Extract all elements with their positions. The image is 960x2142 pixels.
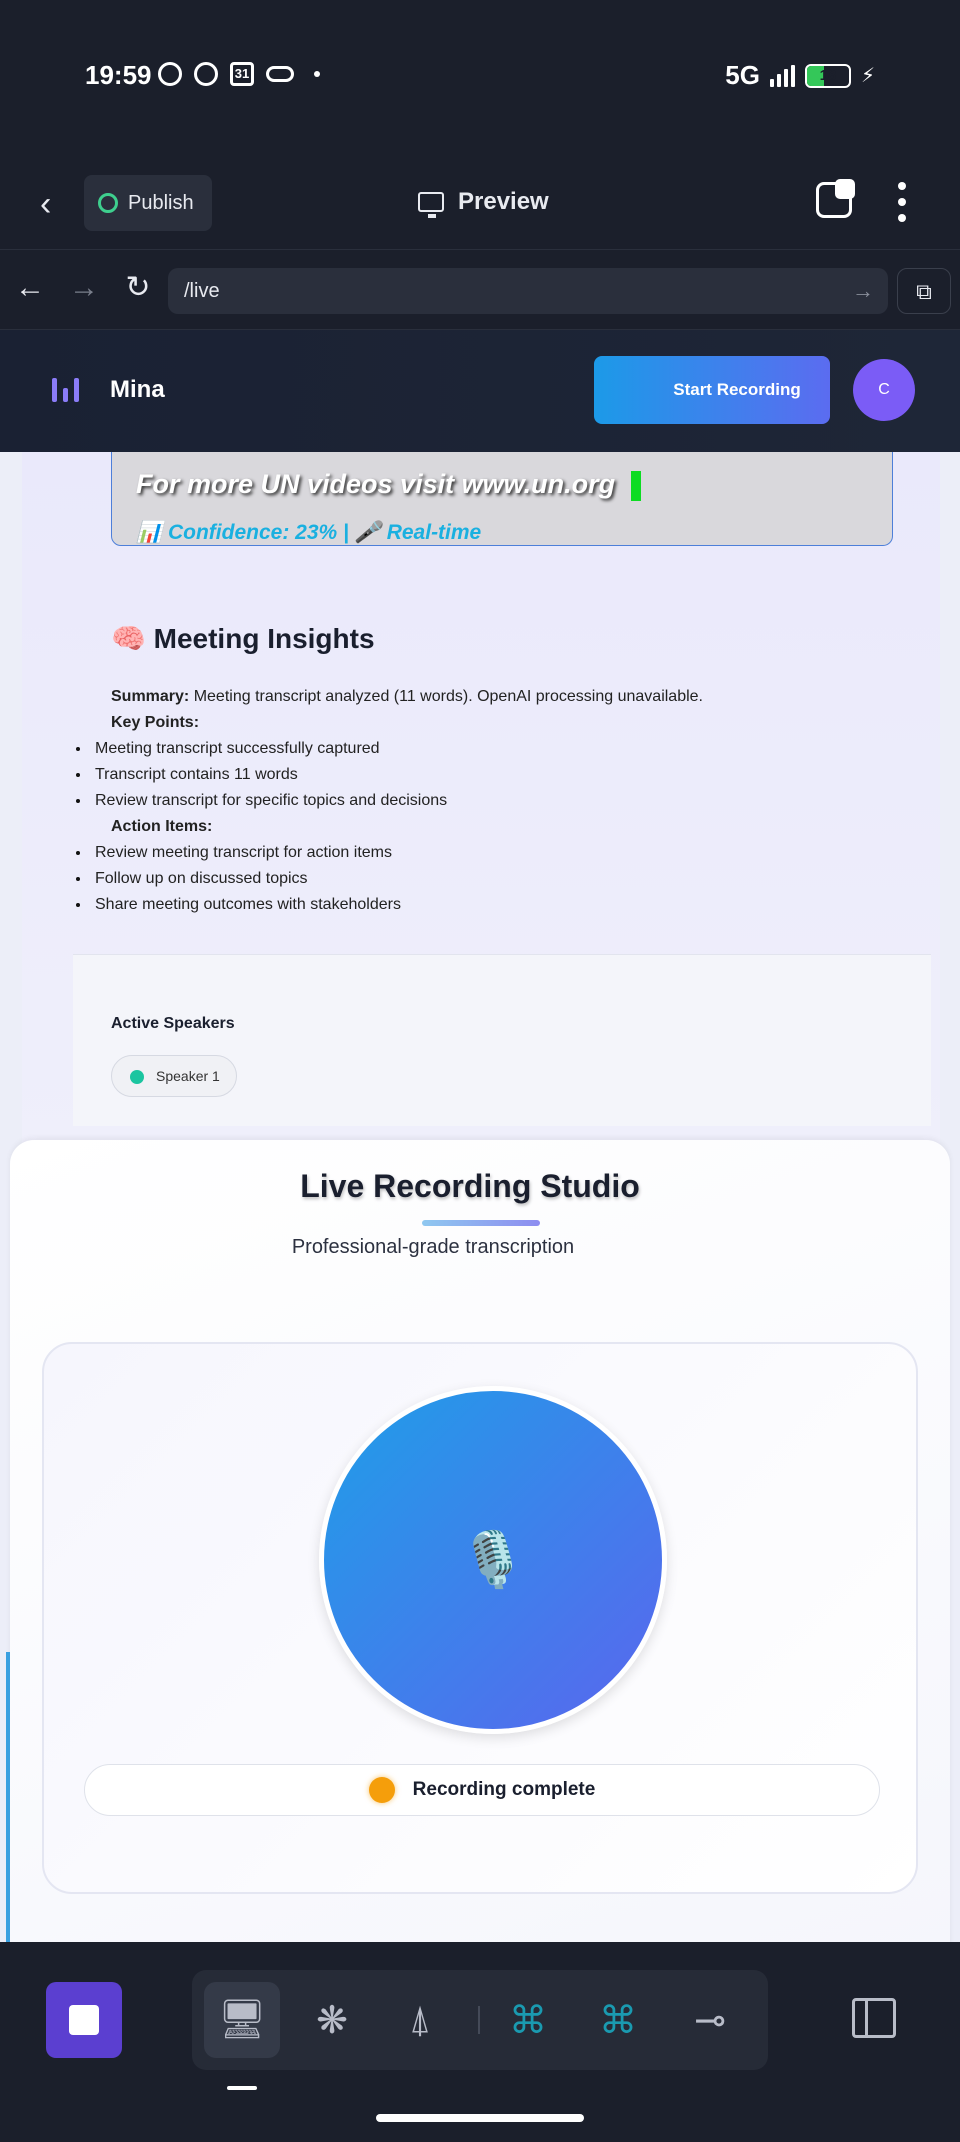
live-caption-box: For more UN videos visit www.un.org 📊 Co…	[111, 452, 893, 546]
divider	[478, 2006, 480, 2034]
speaker-name: Speaker 1	[156, 1068, 220, 1084]
avatar[interactable]: C	[853, 359, 915, 421]
url-bar: ← → ↻ /live → ⧉	[0, 250, 960, 330]
list-item: Follow up on discussed topics	[91, 866, 703, 892]
insights-content: Summary: Meeting transcript analyzed (11…	[95, 684, 703, 918]
charging-icon: ⚡	[860, 65, 875, 87]
record-button[interactable]: 🎙️	[319, 1386, 667, 1734]
scroll-accent	[6, 1652, 10, 1942]
logo-icon	[52, 378, 79, 402]
summary-text: Meeting transcript analyzed (11 words). …	[189, 688, 703, 705]
status-dot-icon	[368, 1777, 395, 1803]
status-time: 19:59	[85, 60, 152, 90]
url-input[interactable]: /live →	[168, 268, 888, 314]
list-item: Review meeting transcript for action ite…	[91, 840, 703, 866]
monitor-icon	[418, 192, 444, 218]
python-icon[interactable]: ⌘	[490, 1982, 566, 2058]
url-text: /live	[184, 280, 220, 302]
more-menu-icon[interactable]	[896, 182, 908, 222]
network-label: 5G	[725, 60, 760, 90]
page-content: For more UN videos visit www.un.org 📊 Co…	[0, 452, 960, 1942]
summary-label: Summary:	[111, 688, 190, 705]
action-items-list: Review meeting transcript for action ite…	[95, 840, 703, 918]
bottom-dock: 🖥 ❋ ⍋ ⌘ ⌘ ⊸	[0, 1942, 960, 2142]
open-external-icon[interactable]: ⧉	[897, 268, 951, 314]
caption-text: For more UN videos visit www.un.org	[136, 469, 616, 499]
preview-label: Preview	[458, 188, 549, 215]
antenna-icon[interactable]: ⍋	[382, 1982, 458, 2058]
stop-icon	[69, 2005, 99, 2035]
python-icon[interactable]: ⌘	[580, 1982, 656, 2058]
speakers-title: Active Speakers	[111, 1015, 235, 1032]
confidence-line: 📊 Confidence: 23% | 🎤 Real-time	[136, 521, 482, 544]
active-speakers: Active Speakers Speaker 1	[73, 954, 931, 1126]
key-points-list: Meeting transcript successfully captured…	[95, 736, 703, 814]
forward-arrow-icon[interactable]: →	[66, 270, 102, 306]
title-underline	[422, 1220, 540, 1226]
active-indicator	[227, 2086, 257, 2090]
publish-icon	[98, 193, 118, 213]
list-item: Transcript contains 11 words	[91, 762, 703, 788]
app-header: ‹ Publish Preview	[0, 160, 960, 250]
status-right: 5G 18 ⚡	[725, 60, 875, 91]
notification-dot-icon	[314, 71, 320, 77]
insights-title: 🧠 Meeting Insights	[111, 623, 375, 654]
list-item: Meeting transcript successfully captured	[91, 736, 703, 762]
action-items-label: Action Items:	[111, 818, 213, 835]
calendar-icon: 31	[230, 62, 254, 86]
apps-icon[interactable]: ❋	[294, 1982, 370, 2058]
status-icons: 31	[158, 62, 320, 86]
list-item: Review transcript for specific topics an…	[91, 788, 703, 814]
preview-toggle[interactable]: Preview	[418, 188, 549, 218]
status-bar: 19:59 31 5G 18 ⚡	[0, 0, 960, 160]
start-recording-button[interactable]: Start Recording	[594, 356, 830, 424]
desktop-icon[interactable]: 🖥	[204, 1982, 280, 2058]
go-arrow-icon[interactable]: →	[852, 268, 874, 314]
list-item: Share meeting outcomes with stakeholders	[91, 892, 703, 918]
studio-title: Live Recording Studio	[300, 1168, 640, 1204]
signal-icon	[769, 64, 795, 87]
tool-group: 🖥 ❋ ⍋ ⌘ ⌘ ⊸	[192, 1970, 768, 2070]
speaker-dot-icon	[130, 1070, 144, 1084]
voicemail-icon	[266, 66, 294, 82]
key-points-label: Key Points:	[111, 714, 200, 731]
brand-name: Mina	[110, 376, 165, 403]
battery-level: 18	[819, 66, 837, 84]
stop-button[interactable]	[46, 1982, 122, 2058]
publish-label: Publish	[128, 191, 194, 214]
tabs-icon[interactable]	[816, 179, 855, 218]
summary-row: Summary: Meeting transcript analyzed (11…	[111, 684, 703, 710]
ball-icon	[194, 62, 218, 86]
back-arrow-icon[interactable]: ←	[12, 270, 48, 306]
transcript-panel: For more UN videos visit www.un.org 📊 Co…	[22, 452, 940, 1152]
chat-icon	[158, 62, 182, 86]
studio-subtitle: Professional-grade transcription	[291, 1236, 575, 1258]
web-app-header: Mina Start Recording C	[0, 330, 960, 452]
recording-studio: Live Recording Studio Professional-grade…	[10, 1140, 950, 1942]
recorder-card: 🎙️ Recording complete	[42, 1342, 918, 1894]
share-icon[interactable]: ⊸	[672, 1982, 748, 2058]
home-indicator[interactable]	[376, 2114, 584, 2122]
microphone-icon: 🎙️	[459, 1529, 527, 1590]
battery-icon: 18	[804, 63, 851, 88]
cursor-bar-icon	[631, 470, 642, 501]
back-chevron-icon[interactable]: ‹	[40, 186, 76, 222]
recording-status: Recording complete	[84, 1764, 880, 1816]
speaker-chip[interactable]: Speaker 1	[111, 1055, 237, 1097]
side-panel-icon[interactable]	[852, 1998, 896, 2038]
reload-icon[interactable]: ↻	[120, 270, 156, 306]
status-text: Recording complete	[412, 1779, 596, 1800]
caption-line: For more UN videos visit www.un.org	[136, 469, 642, 501]
publish-button[interactable]: Publish	[84, 175, 212, 231]
